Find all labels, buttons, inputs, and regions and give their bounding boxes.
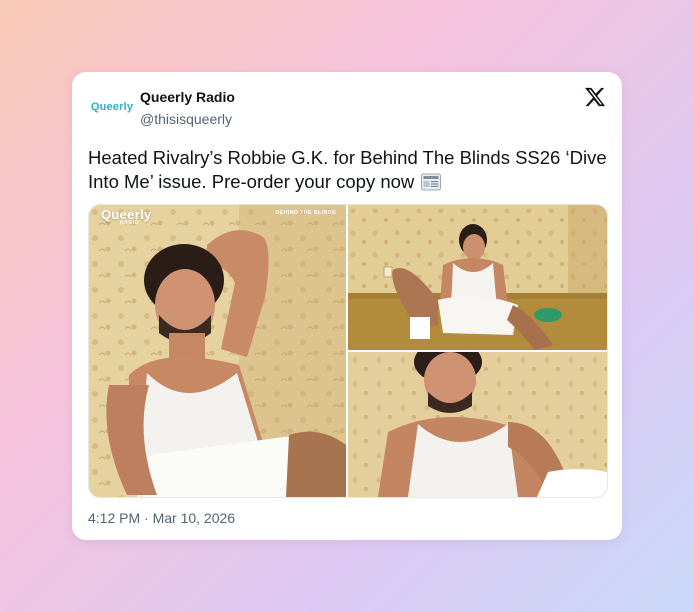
photo-portrait-wall[interactable]: Queerly RADIO BEHIND THE BLINDS <box>89 205 346 497</box>
avatar[interactable]: Queerly <box>88 96 136 118</box>
display-name[interactable]: Queerly Radio <box>140 89 235 105</box>
photo-sitting-floor[interactable] <box>348 205 607 350</box>
photo-1-image <box>89 205 346 497</box>
photo-brand-sub: RADIO <box>120 220 140 226</box>
post-card: Queerly Queerly Radio @thisisqueerly Hea… <box>72 72 622 540</box>
x-logo-icon[interactable] <box>584 86 606 108</box>
post-text: Heated Rivalry’s Robbie G.K. for Behind … <box>88 146 608 194</box>
post-timestamp[interactable]: 4:12 PM · Mar 10, 2026 <box>88 510 235 526</box>
newspaper-emoji-icon <box>421 173 442 191</box>
account-handle[interactable]: @thisisqueerly <box>140 111 232 127</box>
media-grid: Queerly RADIO BEHIND THE BLINDS <box>88 204 608 498</box>
avatar-logo-text: Queerly <box>90 101 134 113</box>
photo-3-image <box>348 352 607 497</box>
post-text-body: Heated Rivalry’s Robbie G.K. for Behind … <box>88 147 607 192</box>
photo-2-image <box>348 205 607 350</box>
photo-magazine-title: BEHIND THE BLINDS <box>275 210 336 216</box>
photo-closeup[interactable] <box>348 352 607 497</box>
